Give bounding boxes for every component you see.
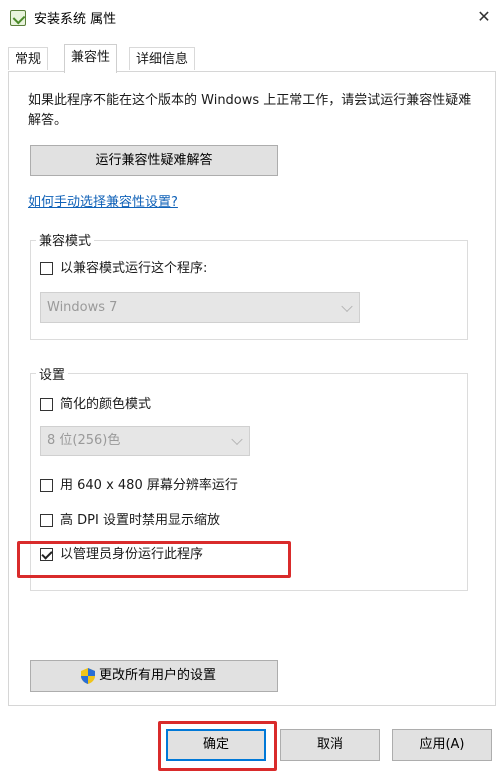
color-depth-select: 8 位(256)色 xyxy=(40,426,250,456)
compat-mode-checkbox-label: 以兼容模式运行这个程序: xyxy=(60,261,208,276)
os-version-select-value: Windows 7 xyxy=(47,300,118,315)
tab-strip: 常规 兼容性 详细信息 xyxy=(8,44,498,73)
change-all-users-label: 更改所有用户的设置 xyxy=(99,668,217,683)
ok-highlight-box xyxy=(158,721,277,771)
admin-highlight-box xyxy=(17,541,291,578)
checkbox-app-icon xyxy=(10,10,26,26)
resolution-checkbox[interactable] xyxy=(40,479,53,492)
tab-general[interactable]: 常规 xyxy=(8,47,49,70)
chevron-down-icon xyxy=(341,300,353,312)
cancel-button[interactable]: 取消 xyxy=(280,729,380,761)
chevron-down-icon xyxy=(231,433,243,446)
dpi-checkbox[interactable] xyxy=(40,514,53,527)
title-bar: 安装系统 属性 ✕ xyxy=(0,0,504,36)
uac-shield-icon xyxy=(81,668,95,684)
resolution-label: 用 640 x 480 屏幕分辨率运行 xyxy=(60,478,238,493)
compat-mode-checkbox[interactable] xyxy=(40,262,53,275)
color-depth-select-value: 8 位(256)色 xyxy=(47,433,121,448)
window-title: 安装系统 属性 xyxy=(34,12,117,27)
apply-button[interactable]: 应用(A) xyxy=(392,729,492,761)
tab-details[interactable]: 详细信息 xyxy=(129,47,196,70)
tab-compatibility[interactable]: 兼容性 xyxy=(64,44,118,73)
run-troubleshooter-button[interactable]: 运行兼容性疑难解答 xyxy=(30,145,278,176)
settings-group-label: 设置 xyxy=(36,364,69,383)
manual-settings-link[interactable]: 如何手动选择兼容性设置? xyxy=(28,191,178,210)
compat-description: 如果此程序不能在这个版本的 Windows 上正常工作，请尝试运行兼容性疑难解答… xyxy=(28,93,472,128)
dpi-label: 高 DPI 设置时禁用显示缩放 xyxy=(60,513,220,528)
reduced-color-checkbox[interactable] xyxy=(40,398,53,411)
close-icon[interactable]: ✕ xyxy=(472,5,496,29)
os-version-select: Windows 7 xyxy=(40,292,360,323)
compat-mode-group-label: 兼容模式 xyxy=(36,230,95,249)
compat-mode-group xyxy=(30,240,468,340)
reduced-color-label: 简化的颜色模式 xyxy=(60,397,152,412)
change-all-users-button[interactable]: 更改所有用户的设置 xyxy=(30,660,278,692)
